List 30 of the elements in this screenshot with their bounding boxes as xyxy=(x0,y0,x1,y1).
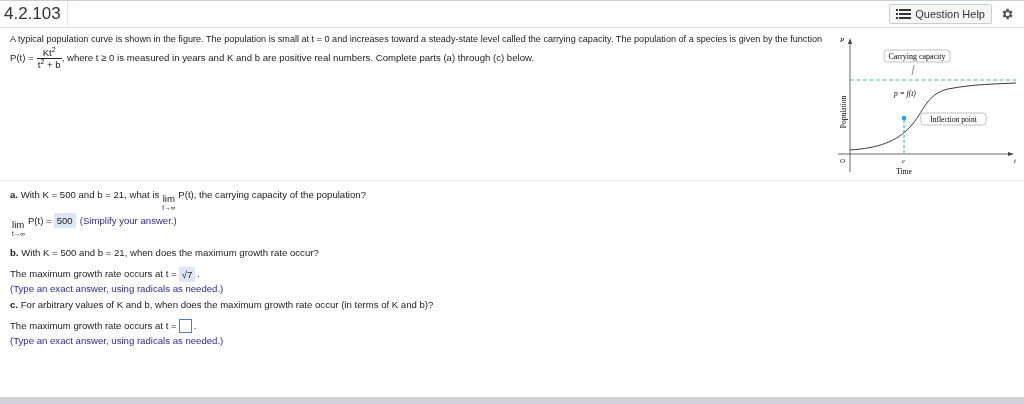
answer-field[interactable] xyxy=(178,319,192,333)
numerator: Kt$^{2}$ xyxy=(41,47,57,58)
question-text: a. With K = 500 and b = 21, what is xyxy=(10,188,160,202)
question-text: c. For arbitrary values of K and b, when does the maximum growth rate occur (in terms of K and b)? xyxy=(10,299,434,310)
hint-text: (Simplify your answer.) xyxy=(79,214,177,228)
inflection-point xyxy=(902,116,906,120)
function-label: P(t) = xyxy=(10,51,34,66)
question-text: b. With K = 500 and b = 21, when does the maximum growth rate occur? xyxy=(10,247,319,258)
denominator: t$^{2}$ + b xyxy=(36,59,62,70)
answer-label: The maximum growth rate occurs at t = xyxy=(10,318,177,333)
inflection-dashed-line xyxy=(903,119,905,155)
answer-field: 500 xyxy=(53,213,76,228)
period-text: . xyxy=(193,318,197,333)
hint-text: (Type an exact answer, using radicals as needed.) xyxy=(10,335,224,346)
answer-label: P(t) = xyxy=(27,214,52,228)
period-text: . xyxy=(197,266,200,281)
problem-statement: A typical population curve is shown in the figure. The population is small at t = 0 and increases toward a steady-state level called the carrying capacity. The population of a species is given by the function xyxy=(10,33,824,45)
answer-field: √7 xyxy=(178,266,196,282)
settings-icon[interactable] xyxy=(1000,7,1014,21)
question-help-button[interactable]: Question Help xyxy=(889,4,992,24)
problem-number: 4.2.103 xyxy=(0,1,68,27)
limit-operator: lim xyxy=(162,193,175,204)
question-text: P(t), the carrying capacity of the population? xyxy=(178,188,366,202)
hint-text: (Type an exact answer, using radicals as needed.) xyxy=(10,283,224,294)
problem-statement: , where t ≥ 0 is measured in years and K and b are positive real numbers. Complete parts (a) through (c) below. xyxy=(61,51,535,66)
carrying-capacity-label: Carrying capacity xyxy=(883,49,951,63)
list-icon xyxy=(896,9,912,19)
answer-label: The maximum growth rate occurs at t = xyxy=(10,266,177,281)
leader-line xyxy=(911,64,915,76)
limit-operator: lim xyxy=(12,219,25,230)
